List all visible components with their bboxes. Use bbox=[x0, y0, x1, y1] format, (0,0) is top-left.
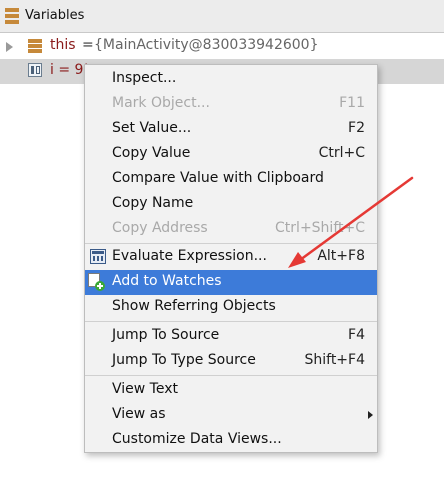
menu-item-show-referring-objects[interactable]: Show Referring Objects bbox=[85, 295, 377, 320]
menu-item-shortcut: F11 bbox=[339, 95, 365, 111]
menu-separator bbox=[85, 321, 377, 322]
variables-panel-header: Variables bbox=[0, 0, 444, 33]
menu-item-shortcut: Ctrl+C bbox=[318, 145, 365, 161]
menu-item-customize-data-views[interactable]: Customize Data Views... bbox=[85, 428, 377, 453]
menu-item-shortcut: F4 bbox=[348, 327, 365, 343]
menu-item-label: Jump To Source bbox=[112, 327, 220, 343]
menu-item-compare-clipboard[interactable]: Compare Value with Clipboard bbox=[85, 167, 377, 192]
object-icon bbox=[28, 39, 42, 54]
menu-item-view-text[interactable]: View Text bbox=[85, 378, 377, 403]
menu-item-label: Mark Object... bbox=[112, 95, 210, 111]
menu-item-label: Evaluate Expression... bbox=[112, 248, 267, 264]
menu-item-mark-object[interactable]: Mark Object... F11 bbox=[85, 92, 377, 117]
menu-item-label: View as bbox=[112, 406, 166, 422]
panel-title: Variables bbox=[25, 8, 85, 23]
menu-item-label: Inspect... bbox=[112, 70, 177, 86]
menu-item-label: Show Referring Objects bbox=[112, 298, 276, 314]
variable-name: this bbox=[50, 37, 76, 53]
menu-item-inspect[interactable]: Inspect... bbox=[85, 67, 377, 92]
menu-item-shortcut: Alt+F8 bbox=[317, 248, 365, 264]
calculator-icon bbox=[90, 249, 106, 264]
menu-item-add-to-watches[interactable]: Add to Watches bbox=[85, 270, 377, 295]
menu-item-set-value[interactable]: Set Value... F2 bbox=[85, 117, 377, 142]
context-menu: Inspect... Mark Object... F11 Set Value.… bbox=[84, 64, 378, 453]
variables-list-icon bbox=[5, 8, 19, 24]
menu-item-label: Add to Watches bbox=[112, 273, 222, 289]
menu-separator bbox=[85, 243, 377, 244]
menu-item-evaluate-expression[interactable]: Evaluate Expression... Alt+F8 bbox=[85, 245, 377, 270]
variable-row-this[interactable]: this = {MainActivity@830033942600} bbox=[0, 34, 444, 59]
submenu-arrow-icon bbox=[368, 411, 373, 419]
menu-item-shortcut: Shift+F4 bbox=[304, 352, 365, 368]
primitive-icon bbox=[28, 63, 42, 77]
expand-arrow-icon[interactable] bbox=[6, 42, 13, 52]
menu-item-copy-value[interactable]: Copy Value Ctrl+C bbox=[85, 142, 377, 167]
menu-item-label: Set Value... bbox=[112, 120, 192, 136]
menu-item-label: View Text bbox=[112, 381, 178, 397]
menu-item-label: Compare Value with Clipboard bbox=[112, 170, 324, 186]
menu-item-view-as[interactable]: View as bbox=[85, 403, 377, 428]
menu-item-label: Jump To Type Source bbox=[112, 352, 256, 368]
variable-equals: = bbox=[82, 37, 94, 53]
menu-item-jump-to-type-source[interactable]: Jump To Type Source Shift+F4 bbox=[85, 349, 377, 374]
menu-item-copy-address[interactable]: Copy Address Ctrl+Shift+C bbox=[85, 217, 377, 242]
menu-item-shortcut: Ctrl+Shift+C bbox=[275, 220, 365, 236]
add-watch-icon bbox=[88, 273, 106, 291]
menu-item-jump-to-source[interactable]: Jump To Source F4 bbox=[85, 324, 377, 349]
menu-item-label: Copy Value bbox=[112, 145, 191, 161]
menu-item-label: Copy Address bbox=[112, 220, 208, 236]
menu-item-copy-name[interactable]: Copy Name bbox=[85, 192, 377, 217]
menu-item-label: Copy Name bbox=[112, 195, 194, 211]
variable-value: {MainActivity@830033942600} bbox=[94, 37, 319, 53]
menu-item-label: Customize Data Views... bbox=[112, 431, 282, 447]
menu-item-shortcut: F2 bbox=[348, 120, 365, 136]
menu-separator bbox=[85, 375, 377, 376]
